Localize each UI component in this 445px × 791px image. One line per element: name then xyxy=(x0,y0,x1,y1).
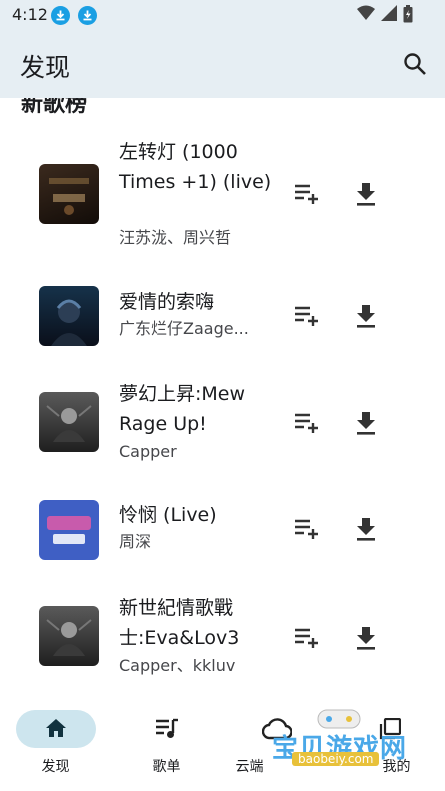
song-artist: Capper xyxy=(119,442,177,461)
watermark-logo: 宝贝游戏网 baobeiy.com xyxy=(262,702,412,782)
playlist-add-icon xyxy=(295,413,318,433)
battery-icon xyxy=(403,5,413,23)
status-time: 4:12 xyxy=(12,5,48,24)
song-row[interactable]: 爱情的索嗨 广东烂仔Zaage... xyxy=(0,278,445,350)
song-row[interactable]: 怜悯 (Live) 周深 xyxy=(0,494,445,566)
song-row[interactable]: 新世紀情歌戰士:Eva&Lov3 Capper、kkluv xyxy=(0,590,445,686)
song-artist: 汪苏泷、周兴哲 xyxy=(119,228,232,247)
download-button[interactable] xyxy=(355,626,377,650)
download-icon xyxy=(357,305,375,328)
download-icon xyxy=(357,412,375,435)
download-button[interactable] xyxy=(355,304,377,328)
download-notification-icon xyxy=(78,6,97,25)
song-title: 新世紀情歌戰士:Eva&Lov3 xyxy=(119,597,240,649)
wifi-icon xyxy=(357,5,375,20)
status-bar: 4:12 xyxy=(0,0,445,30)
app-bar: 发现 xyxy=(0,30,445,98)
playlist-add-icon xyxy=(295,184,318,204)
song-artist: Capper、kkluv xyxy=(119,656,236,675)
song-title: 左转灯 (1000 Times +1) (live) xyxy=(119,141,272,193)
download-notification-icon xyxy=(51,6,70,25)
download-button[interactable] xyxy=(355,182,377,206)
nav-tab-discover[interactable]: 发现 xyxy=(0,700,111,791)
download-icon xyxy=(357,627,375,650)
download-button[interactable] xyxy=(355,411,377,435)
playlist-add-icon xyxy=(295,519,318,539)
download-icon xyxy=(357,183,375,206)
album-cover xyxy=(39,164,99,224)
album-cover xyxy=(39,286,99,346)
song-row[interactable]: 左转灯 (1000 Times +1) (live) 汪苏泷、周兴哲 xyxy=(0,134,445,254)
album-cover xyxy=(39,606,99,666)
song-row[interactable]: 夢幻上昇:Mew Rage Up! Capper xyxy=(0,374,445,470)
song-artist: 广东烂仔Zaage... xyxy=(119,319,249,338)
add-to-queue-button[interactable] xyxy=(294,305,320,327)
page-title: 发现 xyxy=(20,53,71,82)
add-to-queue-button[interactable] xyxy=(294,412,320,434)
song-title: 夢幻上昇:Mew Rage Up! xyxy=(119,383,246,435)
song-title: 爱情的索嗨 xyxy=(119,291,215,313)
add-to-queue-button[interactable] xyxy=(294,627,320,649)
nav-label: 发现 xyxy=(41,759,70,775)
home-icon xyxy=(46,719,66,737)
add-to-queue-button[interactable] xyxy=(294,518,320,540)
search-icon xyxy=(404,53,426,75)
playlist-icon xyxy=(156,718,178,738)
album-cover xyxy=(39,500,99,560)
nav-tab-playlists[interactable]: 歌单 xyxy=(111,700,222,791)
playlist-add-icon xyxy=(295,628,318,648)
song-list[interactable]: 新歌榜 左转灯 (1000 Times +1) (live) 汪苏泷、周兴哲 爱… xyxy=(0,98,445,700)
section-title: 新歌榜 xyxy=(21,98,88,117)
signal-icon xyxy=(381,5,397,21)
playlist-add-icon xyxy=(295,306,318,326)
song-title: 怜悯 (Live) xyxy=(119,504,217,526)
album-cover xyxy=(39,392,99,452)
search-button[interactable] xyxy=(401,50,429,78)
add-to-queue-button[interactable] xyxy=(294,183,320,205)
song-artist: 周深 xyxy=(119,532,152,551)
watermark-url: baobeiy.com xyxy=(292,752,380,766)
download-icon xyxy=(357,518,375,541)
download-button[interactable] xyxy=(355,517,377,541)
